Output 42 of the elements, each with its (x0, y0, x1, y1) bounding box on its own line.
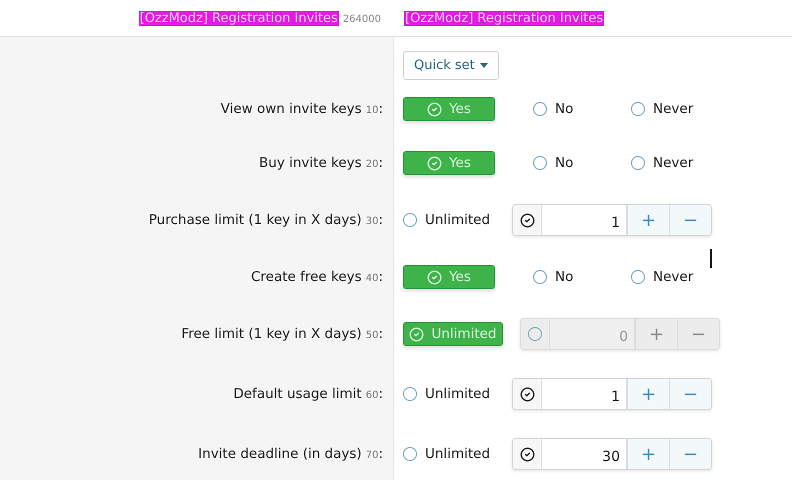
permission-group-title: [OzzModz] Registration Invites (138, 10, 339, 26)
number-spinner[interactable]: 30 + − (512, 438, 712, 470)
radio-icon (631, 156, 645, 170)
check-circle-icon (520, 212, 534, 228)
radio-icon (631, 102, 645, 116)
radio-icon (533, 270, 547, 284)
permission-label: Buy invite keys 20: (259, 155, 383, 171)
number-spinner[interactable]: 1 + − (512, 378, 712, 410)
radio-icon (403, 213, 417, 227)
permission-label: View own invite keys 10: (220, 101, 383, 117)
radio-option[interactable]: Unlimited (403, 386, 503, 402)
radio-icon (403, 447, 417, 461)
radio-icon (631, 270, 645, 284)
radio-icon (533, 102, 547, 116)
radio-option[interactable]: Never (631, 155, 691, 171)
check-circle-icon (409, 326, 424, 342)
radio-option[interactable]: Never (631, 101, 691, 117)
radio-icon (533, 156, 547, 170)
permission-group-title: [OzzModz] Registration Invites (404, 10, 604, 26)
quick-set-button[interactable]: Quick set (403, 51, 499, 80)
radio-icon (403, 387, 417, 401)
number-spinner[interactable]: 1 + − (512, 204, 712, 236)
radio-option[interactable]: Never (631, 269, 691, 285)
group-id: 264000 (342, 14, 381, 24)
radio-option[interactable]: No (533, 269, 593, 285)
check-circle-icon (427, 102, 442, 116)
radio-icon (528, 327, 542, 341)
radio-option[interactable]: Unlimited (403, 446, 503, 462)
permission-label: Default usage limit 60: (233, 386, 383, 402)
check-circle-icon (520, 386, 534, 402)
caret-icon (480, 63, 488, 68)
radio-option[interactable]: No (533, 101, 593, 117)
check-circle-icon (427, 156, 442, 170)
permission-label: Purchase limit (1 key in X days) 30: (148, 212, 383, 228)
permission-label: Free limit (1 key in X days) 50: (181, 326, 383, 342)
text-cursor (710, 249, 712, 268)
check-circle-icon (427, 270, 442, 284)
radio-option[interactable]: No (533, 155, 593, 171)
permission-label: Invite deadline (in days) 70: (198, 446, 383, 462)
check-circle-icon (520, 446, 534, 462)
radio-option[interactable]: Unlimited (403, 212, 503, 228)
permission-label: Create free keys 40: (250, 269, 383, 285)
